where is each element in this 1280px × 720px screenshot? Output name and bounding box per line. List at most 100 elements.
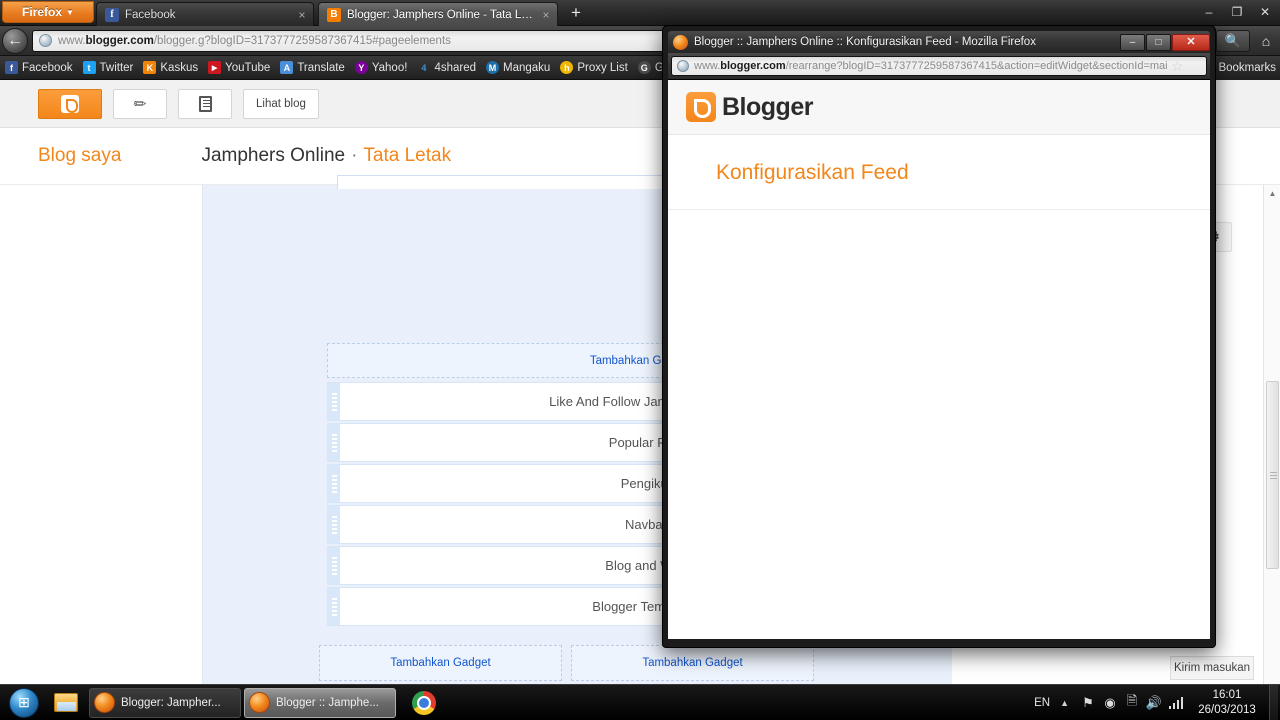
bookmark-label: YouTube [225,61,271,74]
search-icon[interactable]: 🔍 [1216,29,1250,52]
start-button[interactable]: ⊞ [2,687,46,719]
signal-icon[interactable] [1165,685,1187,720]
bookmark-label: Mangaku [503,61,551,74]
page-scrollbar[interactable]: ▲ ▼ [1263,185,1280,684]
blogger-brand-name: Blogger [722,92,813,121]
popup-address-bar[interactable]: www.blogger.com/rearrange?blogID=3173777… [671,56,1207,76]
address-bar-text: www.blogger.com/blogger.g?blogID=3173777… [58,34,451,47]
firefox-menu-button[interactable]: Firefox ▼ [2,1,94,23]
drag-handle-icon[interactable] [328,506,340,543]
proxy-icon: h [560,61,574,74]
popup-address-bar-text: www.blogger.com/rearrange?blogID=3173777… [694,60,1168,72]
popup-title-bar[interactable]: Blogger :: Jamphers Online :: Konfiguras… [668,31,1210,53]
bookmark-proxy-list[interactable]: h Proxy List [555,56,633,79]
system-tray: EN ▲ ⚑ ◉ 🗎 🔊 16:01 26/03/2013 [1024,684,1280,720]
explorer-icon [54,693,78,712]
clock-time: 16:01 [1212,688,1242,701]
popup-page-heading: Konfigurasikan Feed [668,135,1210,210]
bookmarks-menu[interactable]: Bookmarks [1213,56,1280,80]
bookmark-star-icon[interactable]: ☆ [1168,58,1184,75]
blogger-home-button[interactable] [38,88,102,119]
show-desktop-button[interactable] [1269,684,1278,720]
popup-minimize-button[interactable]: – [1120,33,1145,51]
popup-brand-bar: Blogger [668,80,1210,135]
bookmark-label: Kaskus [160,61,199,74]
action-center-icon[interactable]: ◉ [1099,685,1121,720]
close-button[interactable]: ✕ [1252,4,1278,22]
youtube-icon: ▶ [208,61,222,74]
ganool-icon: G [637,61,651,74]
my-blogs-link[interactable]: Blog saya [38,145,121,167]
taskbar-task-label: Blogger: Jampher... [121,696,221,709]
drag-handle-icon[interactable] [328,588,340,625]
new-tab-button[interactable]: + [566,4,586,24]
tab-close-icon[interactable]: × [539,8,553,22]
volume-icon[interactable]: 🔊 [1143,685,1165,720]
blogger-logo-icon [686,92,716,122]
bookmark-kaskus[interactable]: K Kaskus [138,56,203,79]
signal-bars-icon [1168,696,1184,709]
drag-handle-icon[interactable] [328,547,340,584]
bookmark-label: Proxy List [577,61,628,74]
bookmark-yahoo[interactable]: Y Yahoo! [350,56,413,79]
taskbar-chrome-button[interactable] [404,687,444,719]
network-error-icon[interactable]: ⚑ [1077,685,1099,720]
add-gadget-button-footer-left[interactable]: Tambahkan Gadget [319,645,562,681]
drag-handle-icon[interactable] [328,424,340,461]
scroll-up-arrow-icon[interactable]: ▲ [1264,185,1280,202]
popup-close-button[interactable]: ✕ [1172,33,1210,51]
main-window-controls: – ❐ ✕ [1194,0,1278,26]
view-blog-button[interactable]: Lihat blog [243,88,319,119]
scrollbar-thumb[interactable] [1266,381,1279,569]
mangaku-icon: M [486,61,499,74]
drag-handle-icon[interactable] [328,465,340,502]
bookmark-label: Translate [297,61,345,74]
popup-nav-bar: www.blogger.com/rearrange?blogID=3173777… [668,53,1210,79]
bookmark-youtube[interactable]: ▶ YouTube [203,56,275,79]
bookmark-facebook[interactable]: f Facebook [0,56,78,79]
taskbar-task-blogger-main[interactable]: Blogger: Jampher... [89,687,241,718]
blogger-icon: B [327,7,341,22]
minimize-button[interactable]: – [1196,4,1222,22]
pencil-icon: ✎ [129,93,151,115]
browser-tab-facebook[interactable]: f Facebook × [96,2,314,26]
popup-window-controls: – □ ✕ [1119,33,1210,51]
firefox-icon [673,34,688,50]
drag-handle-icon[interactable] [328,383,340,420]
tray-expand-icon[interactable]: ▲ [1060,698,1069,708]
4shared-icon: 4 [421,62,427,73]
restore-button[interactable]: ❐ [1224,4,1250,22]
windows-logo-icon: ⊞ [9,687,39,718]
firefox-icon [249,692,270,713]
taskbar-explorer-button[interactable] [46,687,86,719]
browser-tab-strip: Firefox ▼ f Facebook × B Blogger: Jampher… [0,0,1280,26]
bookmark-label: Yahoo! [371,61,408,74]
new-post-button[interactable]: ✎ [113,88,167,119]
chevron-down-icon: ▼ [66,8,74,18]
back-arrow-icon[interactable]: ← [2,27,28,54]
add-gadget-button-footer-right[interactable]: Tambahkan Gadget [571,645,814,681]
breadcrumb-current-page: Tata Letak [363,145,452,166]
globe-icon [39,34,52,47]
taskbar-task-blogger-popup[interactable]: Blogger :: Jamphe... [244,687,396,718]
home-icon[interactable]: ⌂ [1252,29,1280,53]
tray-language-indicator[interactable]: EN [1034,697,1050,709]
browser-tab-blogger[interactable]: B Blogger: Jamphers Online - Tata Letak … [318,2,558,26]
bookmark-mangaku[interactable]: M Mangaku [481,56,555,79]
bookmark-label: Twitter [99,61,134,74]
send-feedback-button[interactable]: Kirim masukan [1170,656,1254,680]
popup-firefox-window: Blogger :: Jamphers Online :: Konfiguras… [662,25,1216,648]
popup-maximize-button[interactable]: □ [1146,33,1171,51]
tab-close-icon[interactable]: × [295,8,309,22]
bookmark-4shared[interactable]: 4 4shared [412,56,481,79]
windows-taskbar: ⊞ Blogger: Jampher... Blogger :: Jamphe.… [0,684,1280,720]
bookmark-label: 4shared [434,61,476,74]
breadcrumb-blog-name[interactable]: Jamphers Online [201,145,345,166]
posts-list-button[interactable] [178,88,232,119]
clock[interactable]: 16:01 26/03/2013 [1191,688,1263,718]
bookmarks-menu-label-wrap[interactable]: Bookmarks [1213,56,1278,80]
bookmark-twitter[interactable]: t Twitter [78,56,139,79]
bookmark-translate[interactable]: A Translate [275,56,350,79]
firefox-icon [94,692,115,713]
battery-icon[interactable]: 🗎 [1121,685,1143,720]
